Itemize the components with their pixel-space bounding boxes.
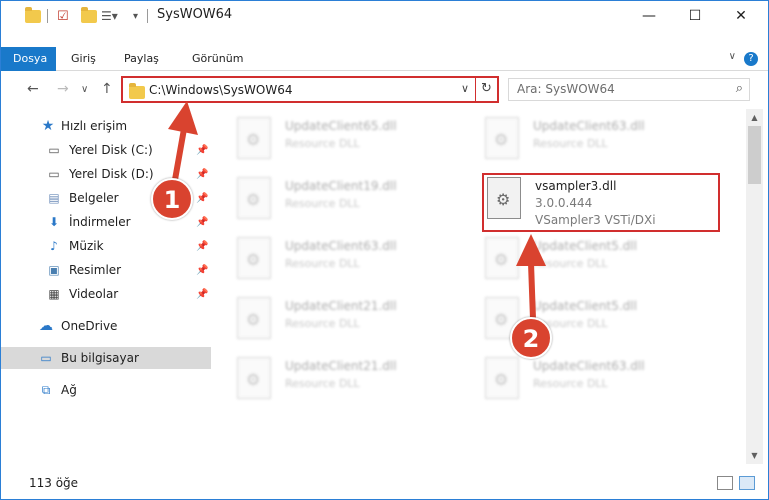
explorer-window: ☑ ☰▾ ▾ SysWOW64 — ☐ ✕ Dosya Giriş Paylaş…: [0, 0, 769, 500]
step-2-badge: 2: [510, 317, 552, 359]
arrow-2-head: [516, 234, 546, 266]
step-1-badge: 1: [151, 178, 193, 220]
arrow-1-head: [168, 101, 198, 135]
annotation-arrows: [168, 101, 546, 322]
arrow-2-shaft: [528, 260, 536, 322]
